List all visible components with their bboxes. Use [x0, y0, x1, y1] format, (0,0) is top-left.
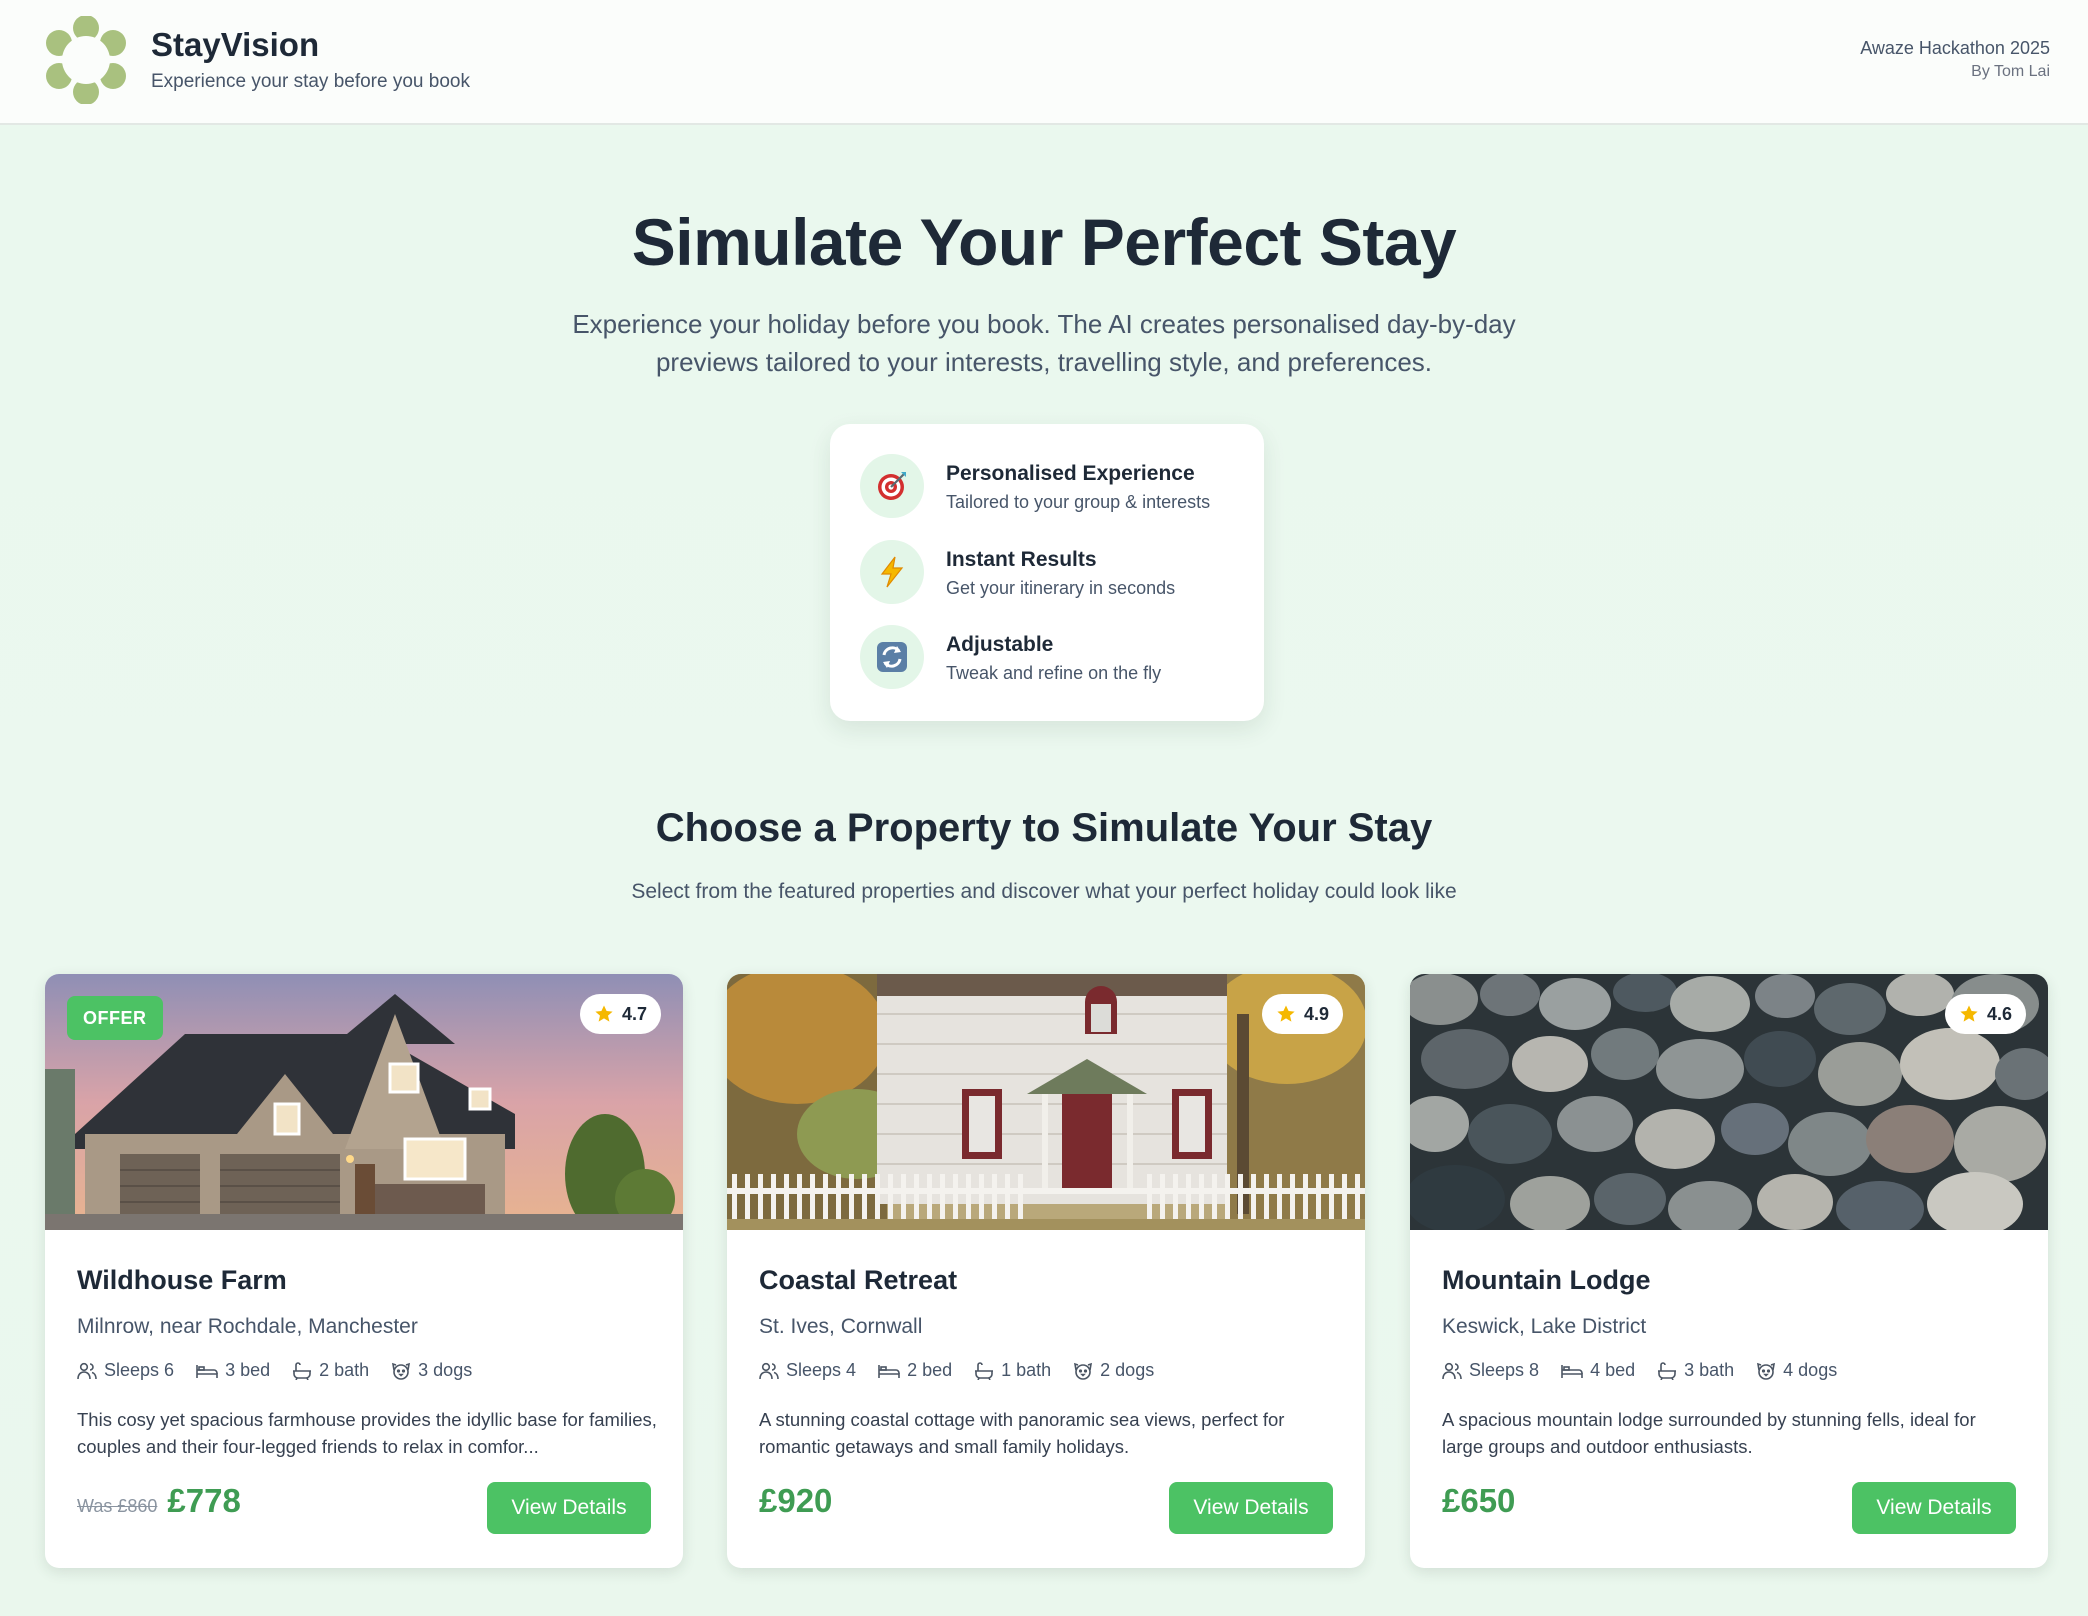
- guests-icon: [759, 1362, 779, 1379]
- stayvision-logo[interactable]: [42, 16, 130, 104]
- dog-icon: [1074, 1362, 1093, 1380]
- cottage-photo[interactable]: 4.9: [727, 974, 1365, 1230]
- price: £650: [1442, 1482, 1516, 1519]
- baths-spec: 3 bath: [1657, 1360, 1734, 1381]
- feature-description: Tailored to your group & interests: [946, 492, 1211, 512]
- baths-label: 1 bath: [1001, 1360, 1052, 1380]
- hero-description: Experience your holiday before you book.…: [572, 309, 1516, 377]
- guests-icon: [77, 1362, 97, 1379]
- sleeps-label: Sleeps 6: [104, 1360, 175, 1380]
- property-description: A stunning coastal cottage with panorami…: [759, 1409, 1285, 1457]
- dogs-label: 3 dogs: [418, 1360, 473, 1380]
- sleeps-spec: Sleeps 6: [77, 1360, 174, 1381]
- property-location: Keswick, Lake District: [1442, 1315, 1647, 1338]
- property-description: This cosy yet spacious farmhouse provide…: [77, 1409, 657, 1457]
- lightning-icon: [860, 540, 924, 604]
- feature-adjustable: Adjustable Tweak and refine on the fly: [860, 625, 1250, 691]
- farmhouse-photo[interactable]: OFFER 4.7: [45, 974, 683, 1230]
- property-specs: Sleeps 8 4 bed 3 bath 4 dogs: [1442, 1360, 1837, 1381]
- beds-spec: 4 bed: [1561, 1360, 1635, 1381]
- brand-tagline: Experience your stay before you book: [151, 71, 470, 92]
- sleeps-label: Sleeps 4: [786, 1360, 857, 1380]
- dog-icon: [1757, 1362, 1776, 1380]
- brand-name[interactable]: StayVision: [151, 26, 319, 64]
- feature-title: Personalised Experience: [946, 462, 1195, 485]
- property-location: St. Ives, Cornwall: [759, 1315, 923, 1338]
- hero-title: Simulate Your Perfect Stay: [631, 205, 1457, 279]
- view-details-button[interactable]: View Details: [1852, 1482, 2016, 1534]
- property-card-mountain-lodge[interactable]: 4.6 Mountain Lodge Keswick, Lake Distric…: [1410, 974, 2048, 1568]
- view-details-button[interactable]: View Details: [487, 1482, 651, 1534]
- offer-badge: OFFER: [67, 996, 163, 1040]
- view-details-button[interactable]: View Details: [1169, 1482, 1333, 1534]
- rating-value: 4.6: [1986, 1003, 2012, 1024]
- rating-badge: 4.9: [1261, 994, 1343, 1034]
- beds-spec: 2 bed: [878, 1360, 952, 1381]
- beds-label: 4 bed: [1590, 1360, 1636, 1380]
- property-card-coastal-retreat[interactable]: 4.9 Coastal Retreat St. Ives, Cornwall S…: [727, 974, 1365, 1568]
- feature-instant: Instant Results Get your itinerary in se…: [860, 540, 1250, 606]
- property-specs: Sleeps 4 2 bed 1 bath 2 dogs: [759, 1360, 1154, 1381]
- beds-label: 2 bed: [907, 1360, 953, 1380]
- feature-description: Get your itinerary in seconds: [946, 578, 1176, 598]
- dog-icon: [392, 1362, 411, 1380]
- section-subtitle: Select from the featured properties and …: [631, 880, 1457, 903]
- beds-spec: 3 bed: [196, 1360, 270, 1381]
- bath-icon: [975, 1361, 994, 1380]
- property-name[interactable]: Wildhouse Farm: [77, 1265, 287, 1296]
- baths-label: 3 bath: [1684, 1360, 1735, 1380]
- star-icon: [595, 1005, 613, 1022]
- sleeps-label: Sleeps 8: [1469, 1360, 1540, 1380]
- beds-label: 3 bed: [225, 1360, 271, 1380]
- price: £920: [759, 1482, 833, 1519]
- was-price: Was £860: [77, 1496, 158, 1516]
- sleeps-spec: Sleeps 4: [759, 1360, 856, 1381]
- feature-title: Instant Results: [946, 548, 1097, 571]
- section-title: Choose a Property to Simulate Your Stay: [655, 806, 1433, 850]
- rating-value: 4.7: [621, 1003, 647, 1024]
- star-icon: [1277, 1005, 1295, 1022]
- property-name[interactable]: Coastal Retreat: [759, 1265, 957, 1296]
- pebbles-photo[interactable]: 4.6: [1410, 974, 2048, 1230]
- baths-spec: 2 bath: [292, 1360, 369, 1381]
- feature-title: Adjustable: [946, 633, 1054, 656]
- rating-badge: 4.6: [1944, 994, 2026, 1034]
- property-description: A spacious mountain lodge surrounded by …: [1442, 1409, 1976, 1457]
- dogs-label: 4 dogs: [1783, 1360, 1838, 1380]
- target-icon: [860, 454, 924, 518]
- bath-icon: [293, 1361, 312, 1380]
- baths-spec: 1 bath: [974, 1360, 1051, 1381]
- dogs-label: 2 dogs: [1100, 1360, 1155, 1380]
- rating-badge: 4.7: [579, 994, 661, 1034]
- price-row: £920: [759, 1482, 832, 1520]
- author-label: By Tom Lai: [1971, 63, 2050, 80]
- dogs-spec: 2 dogs: [1073, 1360, 1154, 1381]
- guests-icon: [1442, 1362, 1462, 1379]
- property-name[interactable]: Mountain Lodge: [1442, 1265, 1650, 1296]
- baths-label: 2 bath: [319, 1360, 370, 1380]
- price: £778: [167, 1482, 241, 1519]
- refresh-icon: [860, 625, 924, 689]
- property-location: Milnrow, near Rochdale, Manchester: [77, 1315, 418, 1338]
- sleeps-spec: Sleeps 8: [1442, 1360, 1539, 1381]
- site-header: StayVision Experience your stay before y…: [0, 0, 2088, 125]
- price-row: Was £860 £778: [77, 1482, 241, 1520]
- bed-icon: [878, 1364, 900, 1378]
- dogs-spec: 3 dogs: [391, 1360, 472, 1381]
- bath-icon: [1658, 1361, 1677, 1380]
- bed-icon: [1561, 1364, 1583, 1378]
- features-panel: Personalised Experience Tailored to your…: [830, 424, 1264, 721]
- dogs-spec: 4 dogs: [1756, 1360, 1837, 1381]
- property-card-wildhouse-farm[interactable]: OFFER 4.7 Wildhouse Farm Milnrow, near R…: [45, 974, 683, 1568]
- price-row: £650: [1442, 1482, 1515, 1520]
- feature-personalised: Personalised Experience Tailored to your…: [860, 454, 1250, 520]
- feature-description: Tweak and refine on the fly: [946, 663, 1162, 683]
- rating-value: 4.9: [1303, 1003, 1329, 1024]
- property-specs: Sleeps 6 3 bed 2 bath 3 dogs: [77, 1360, 472, 1381]
- bed-icon: [196, 1364, 218, 1378]
- event-label: Awaze Hackathon 2025: [1860, 38, 2050, 58]
- star-icon: [1960, 1005, 1978, 1022]
